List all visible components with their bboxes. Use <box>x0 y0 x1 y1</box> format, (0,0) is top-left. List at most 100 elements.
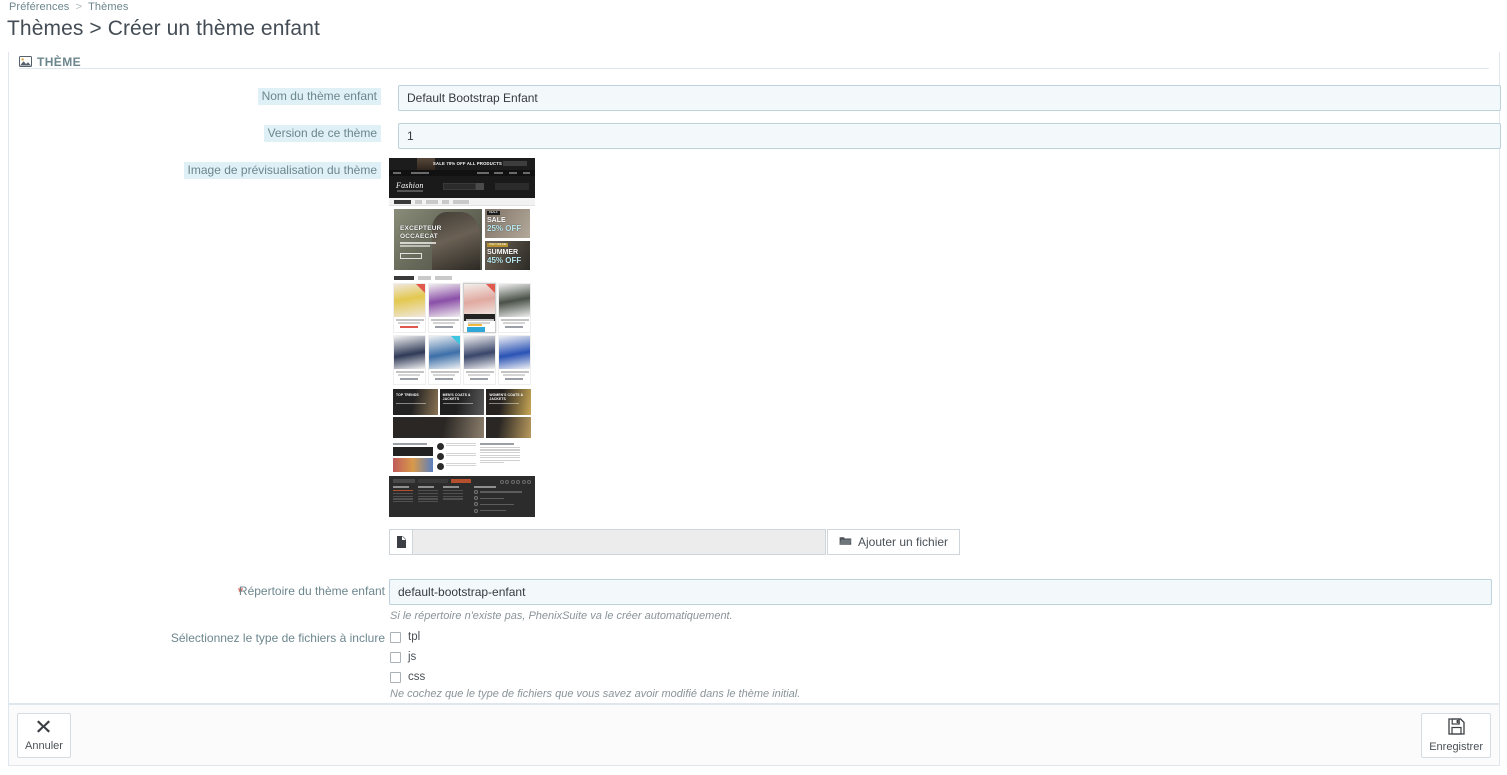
close-x-icon <box>36 719 51 739</box>
theme-panel: THÈME * Nom du thème enfant Version de c… <box>8 51 1501 704</box>
preview-banner-wide: SAVVY TRENDS HANDBAGS <box>393 417 484 438</box>
floppy-disk-icon <box>1447 718 1465 740</box>
picture-icon <box>19 56 32 67</box>
checkbox-tpl[interactable]: tpl <box>390 631 420 643</box>
page-title: Thèmes > Créer un thème enfant <box>7 17 320 40</box>
breadcrumb-current[interactable]: Thèmes <box>88 1 128 13</box>
preview-product-row <box>393 283 531 333</box>
preview-category-banners: TOP TRENDS MEN'S COATS & JACKETS WOMEN'S… <box>389 387 535 440</box>
preview-side2-title: SUMMER <box>487 249 519 256</box>
checkbox-label-css: css <box>408 671 426 683</box>
preview-search-button <box>476 183 484 190</box>
page-root: Préférences > Thèmes Thèmes > Créer un t… <box>0 0 1507 775</box>
preview-hero-side-1: DEALS SALE 25% OFF <box>485 209 530 238</box>
preview-banner-title: SUNGLASSES & EYEWEAR <box>485 417 512 419</box>
preview-product-row <box>393 335 531 385</box>
panel-heading: THÈME <box>19 51 81 68</box>
panel-footer: Annuler Enregistrer <box>8 704 1500 766</box>
preview-side1-title: SALE <box>487 217 506 224</box>
preview-site-header: Fashion <box>389 176 535 198</box>
preview-footer <box>389 476 535 517</box>
preview-cart <box>495 183 529 190</box>
theme-name-input[interactable] <box>398 85 1501 111</box>
preview-product-card <box>393 283 426 333</box>
theme-version-input[interactable] <box>398 123 1501 149</box>
add-file-button[interactable]: Ajouter un fichier <box>827 529 961 555</box>
preview-product-card <box>428 283 461 333</box>
preview-banner-narrow: SUNGLASSES & EYEWEAR <box>485 417 531 438</box>
preview-hero-main: EXCEPTEUR OCCAECAT <box>394 209 482 270</box>
panel-heading-label: THÈME <box>37 55 81 68</box>
preview-footer-contact <box>474 486 522 515</box>
preview-product-card <box>428 335 461 385</box>
checkbox-box-css[interactable] <box>390 671 401 683</box>
theme-directory-input[interactable] <box>389 579 1492 605</box>
preview-logo-underline <box>397 190 423 192</box>
checkbox-label-tpl: tpl <box>408 631 421 643</box>
breadcrumb-separator: > <box>75 1 83 13</box>
save-button[interactable]: Enregistrer <box>1421 713 1491 758</box>
preview-hero-section: EXCEPTEUR OCCAECAT DEALS SALE 25% OFF ON… <box>389 206 535 273</box>
preview-footer-col <box>418 486 438 515</box>
preview-search-input <box>443 183 476 190</box>
preview-product-tabs <box>389 275 535 282</box>
preview-hero-cta <box>400 253 422 259</box>
preview-info-custom-block <box>480 443 520 473</box>
preview-side1-pct: 25% OFF <box>487 224 522 233</box>
preview-product-card-featured <box>463 283 496 333</box>
preview-product-grid <box>389 282 535 385</box>
preview-product-card <box>463 335 496 385</box>
preview-banner-title: MEN'S COATS & JACKETS <box>442 393 471 401</box>
theme-name-label: Nom du thème enfant <box>257 88 381 105</box>
preview-product-card <box>498 335 531 385</box>
checkbox-css[interactable]: css <box>390 671 425 683</box>
checkbox-box-js[interactable] <box>390 651 401 663</box>
preview-product-card <box>498 283 531 333</box>
preview-banner-sale-text: SALE 70% OFF ALL PRODUCTS <box>433 161 502 166</box>
theme-directory-label: Répertoire du thème enfant <box>238 584 385 598</box>
preview-footer-col <box>443 486 463 515</box>
breadcrumb-parent[interactable]: Préférences <box>9 1 69 13</box>
folder-open-icon <box>839 535 852 549</box>
preview-side2-badge: ONLY ONLINE <box>487 243 509 247</box>
preview-footer-col <box>393 486 413 515</box>
preview-side2-pct: 45% OFF <box>487 256 522 265</box>
checkbox-label-js: js <box>408 651 417 663</box>
save-button-label: Enregistrer <box>1429 741 1483 753</box>
preview-banner: MEN'S COATS & JACKETS <box>439 389 485 415</box>
file-types-hint: Ne cochez que le type de fichiers que vo… <box>390 688 801 700</box>
preview-banner-title: WOMEN'S COATS & JACKETS <box>489 393 524 401</box>
preview-info-services <box>437 443 476 473</box>
theme-directory-hint: Si le répertoire n'existe pas, PhenixSui… <box>390 610 733 622</box>
preview-image-label: Image de prévisualisation du thème <box>183 162 381 179</box>
preview-social-icons <box>499 480 531 484</box>
file-types-label: Sélectionnez le type de fichiers à inclu… <box>170 631 385 645</box>
preview-logo: Fashion <box>396 181 424 190</box>
preview-info-section <box>389 440 535 476</box>
file-icon <box>389 529 412 555</box>
preview-banner: WOMEN'S COATS & JACKETS <box>486 389 532 415</box>
preview-image-file-group: Ajouter un fichier <box>389 529 961 555</box>
theme-preview-thumbnail: SALE 70% OFF ALL PRODUCTS Fashion EXCEPT… <box>389 158 535 517</box>
cancel-button-label: Annuler <box>25 740 63 752</box>
preview-hero-line1: EXCEPTEUR <box>400 225 442 232</box>
preview-top-banner: SALE 70% OFF ALL PRODUCTS <box>389 158 535 170</box>
preview-nav <box>389 198 535 206</box>
preview-side1-badge: DEALS <box>487 211 500 215</box>
preview-banner-title: TOP TRENDS <box>396 393 419 397</box>
preview-info-social <box>393 443 433 473</box>
cancel-button[interactable]: Annuler <box>17 713 71 758</box>
preview-banner-shop-button <box>503 161 527 166</box>
preview-hero-side-2: ONLY ONLINE SUMMER 45% OFF <box>485 241 530 270</box>
preview-banner: TOP TRENDS <box>393 389 438 415</box>
panel-divider <box>19 68 1489 69</box>
preview-product-card <box>393 335 426 385</box>
breadcrumb: Préférences > Thèmes <box>9 1 128 13</box>
add-file-button-label: Ajouter un fichier <box>858 535 949 549</box>
theme-version-label: Version de ce thème <box>263 125 381 142</box>
preview-image-file-display[interactable] <box>412 529 826 555</box>
checkbox-js[interactable]: js <box>390 651 416 663</box>
checkbox-box-tpl[interactable] <box>390 631 401 643</box>
preview-hero-line2: OCCAECAT <box>400 233 438 240</box>
preview-banner-title: SAVVY TRENDS HANDBAGS <box>393 417 421 419</box>
